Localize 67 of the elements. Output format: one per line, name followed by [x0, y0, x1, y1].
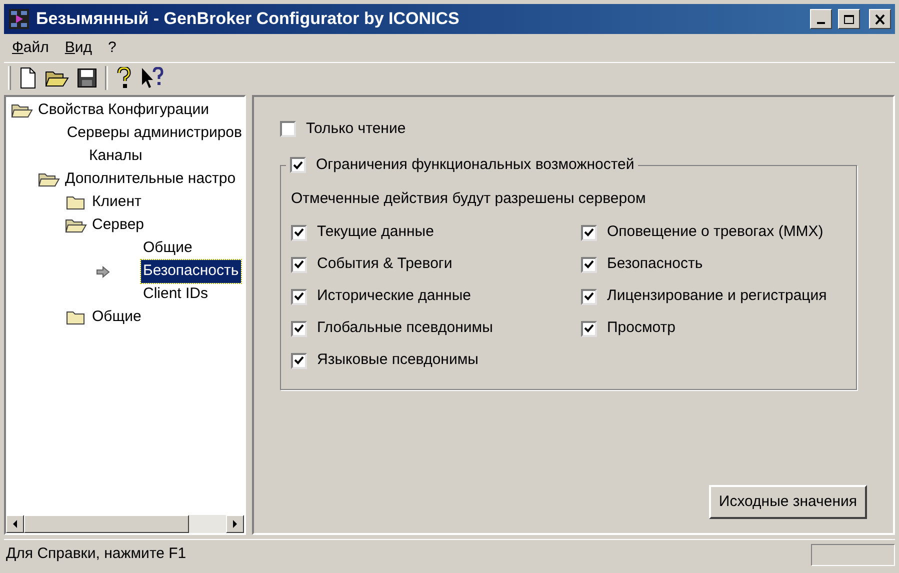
scroll-right-button[interactable]: [226, 515, 244, 533]
menu-item[interactable]: ?: [102, 36, 122, 60]
checkbox-label: Просмотр: [607, 318, 676, 338]
checkbox[interactable]: [291, 288, 307, 304]
checkbox[interactable]: [581, 256, 597, 272]
menu-item[interactable]: Файл: [6, 36, 55, 60]
minimize-button[interactable]: [810, 9, 832, 29]
checkbox[interactable]: [291, 320, 307, 336]
new-document-icon[interactable]: [19, 66, 37, 88]
tree-item[interactable]: Безопасность: [141, 260, 241, 283]
defaults-button[interactable]: Исходные значения: [708, 485, 867, 519]
close-icon: [874, 14, 886, 24]
minimize-icon: [817, 22, 825, 24]
tree-item[interactable]: Дополнительные настро: [63, 168, 238, 191]
help-icon[interactable]: [116, 66, 132, 88]
checkbox[interactable]: [291, 224, 307, 240]
tree-item[interactable]: Серверы администриров: [64, 122, 244, 145]
scroll-left-button[interactable]: [6, 515, 24, 533]
tree-item[interactable]: Сервер: [90, 214, 146, 237]
checkbox[interactable]: [291, 256, 307, 272]
horizontal-scrollbar[interactable]: [6, 515, 244, 533]
checkbox-label: Исторические данные: [317, 286, 471, 306]
context-help-icon[interactable]: [140, 66, 164, 88]
checkmark-icon: [584, 324, 594, 333]
window-title: Безымянный - GenBroker Configurator by ICONICS: [36, 8, 460, 30]
tree-item[interactable]: Клиент: [90, 191, 144, 214]
checkmark-icon: [294, 292, 304, 301]
checkbox[interactable]: [280, 121, 296, 137]
checkbox[interactable]: [290, 157, 306, 173]
checkmark-icon: [293, 160, 303, 170]
tree-item[interactable]: Свойства Конфигурации: [36, 99, 211, 122]
close-button[interactable]: [869, 9, 891, 29]
arrow-icon: [96, 266, 110, 278]
save-icon[interactable]: [77, 68, 97, 88]
checkbox[interactable]: [581, 224, 597, 240]
checkbox-label: Ограничения функциональных возможностей: [316, 154, 634, 175]
maximize-button[interactable]: [838, 9, 860, 29]
checkmark-icon: [294, 260, 304, 269]
checkbox-label: Лицензирование и регистрация: [607, 286, 827, 306]
checkbox-label: Текущие данные: [317, 222, 434, 242]
checkbox-label: Безопасность: [607, 254, 703, 274]
left-arrow-icon: [12, 520, 18, 528]
checkbox-label: Языковые псевдонимы: [317, 350, 478, 370]
tree-item[interactable]: Общие: [90, 306, 144, 329]
status-text: Для Справки, нажмите F1: [5, 544, 188, 564]
checkbox[interactable]: [291, 352, 307, 368]
maximize-icon: [843, 14, 855, 24]
checkmark-icon: [584, 228, 594, 237]
checkbox-label: Оповещение о тревогах (MMX): [607, 222, 824, 242]
checkmark-icon: [584, 292, 594, 301]
checkbox[interactable]: [581, 320, 597, 336]
checkmark-icon: [294, 228, 304, 237]
checkbox-label: Только чтение: [306, 118, 406, 139]
tree-item[interactable]: Каналы: [87, 145, 144, 168]
checkbox-label: Глобальные псевдонимы: [317, 318, 493, 338]
checkmark-icon: [584, 260, 594, 269]
menu-item[interactable]: Вид: [58, 36, 98, 60]
checkmark-icon: [294, 356, 304, 365]
right-arrow-icon: [232, 520, 238, 528]
group-description: Отмеченные действия будут разрешены сервером: [291, 189, 647, 209]
tree-item[interactable]: Общие: [141, 237, 194, 260]
scroll-thumb[interactable]: [24, 515, 189, 533]
checkbox-label: События & Тревоги: [317, 254, 452, 274]
tree-item[interactable]: Client IDs: [141, 283, 210, 306]
app-icon: [8, 8, 30, 30]
checkmark-icon: [294, 324, 304, 333]
checkbox[interactable]: [581, 288, 597, 304]
